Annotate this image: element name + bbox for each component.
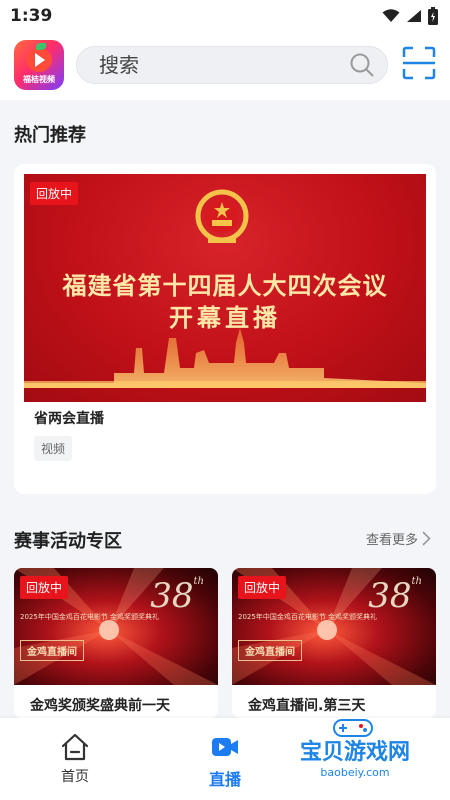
event-suffix: th <box>411 576 422 587</box>
status-bar: 1:39 <box>0 0 450 32</box>
logo-text: 福桔视频 <box>23 75 55 84</box>
hot-section-title: 热门推荐 <box>14 125 86 146</box>
signal-icon <box>407 10 421 22</box>
banner-line1: 福建省第十四届人大四次会议 <box>62 272 388 300</box>
wifi-icon <box>382 9 400 22</box>
event-38-number: 38th <box>150 576 204 616</box>
watermark-url: baobeiy.com <box>320 766 390 779</box>
nav-item-home[interactable]: 首页 <box>35 732 115 786</box>
event-name-box: 金鸡直播间 <box>238 640 302 661</box>
search-icon[interactable] <box>349 52 375 78</box>
home-icon <box>61 733 89 761</box>
replay-badge: 回放中 <box>238 576 287 599</box>
event-card[interactable]: 38th 2025年中国金鸡百花电影节 金鸡奖颁奖典礼 金鸡直播间 回放中 金鸡… <box>232 568 436 718</box>
hot-banner-image[interactable]: 福建省第十四届人大四次会议 开幕直播 回放中 <box>24 174 426 402</box>
event-title[interactable]: 金鸡奖颁奖盛典前一天 <box>30 695 170 715</box>
replay-badge: 回放中 <box>30 182 79 205</box>
tag-chip: 视频 <box>34 436 73 461</box>
replay-badge: 回放中 <box>20 576 69 599</box>
event-number: 38 <box>150 576 194 616</box>
app-logo[interactable]: 福桔视频 <box>14 40 64 90</box>
see-more-label: 查看更多 <box>366 533 419 548</box>
event-name-box: 金鸡直播间 <box>20 640 84 661</box>
nav-label-home: 首页 <box>61 769 89 785</box>
search-box[interactable] <box>76 46 388 84</box>
event-38-number: 38th <box>368 576 422 616</box>
watermark-text: 宝贝游戏网 <box>299 740 410 765</box>
skyline-graphic <box>24 328 426 388</box>
nav-item-live[interactable]: 直播 <box>185 732 265 790</box>
live-icon <box>212 738 238 756</box>
app-header: 福桔视频 <box>0 32 450 100</box>
see-more-link[interactable]: 查看更多 <box>366 529 431 548</box>
event-title[interactable]: 金鸡直播间.第三天 <box>248 695 365 715</box>
events-section-title: 赛事活动专区 <box>14 531 122 552</box>
watermark: 宝贝游戏网 baobeiy.com <box>280 719 430 786</box>
event-subtitle: 2025年中国金鸡百花电影节 金鸡奖颁奖典礼 <box>20 613 160 621</box>
hot-card[interactable]: 福建省第十四届人大四次会议 开幕直播 回放中 省两会直播 视频 <box>14 164 436 494</box>
event-thumbnail[interactable]: 38th 2025年中国金鸡百花电影节 金鸡奖颁奖典礼 金鸡直播间 回放中 <box>232 568 436 685</box>
chevron-right-icon <box>422 531 431 546</box>
scan-icon[interactable] <box>402 46 436 80</box>
search-input[interactable] <box>99 53 349 77</box>
nav-label-live: 直播 <box>208 770 241 789</box>
hot-item-title[interactable]: 省两会直播 <box>34 408 104 428</box>
status-icons <box>382 7 438 25</box>
event-number: 38 <box>368 576 412 616</box>
event-subtitle: 2025年中国金鸡百花电影节 金鸡奖颁奖典礼 <box>238 613 378 621</box>
emblem-icon <box>195 189 249 243</box>
status-time: 1:39 <box>10 6 53 26</box>
battery-icon <box>428 7 438 25</box>
leaf-icon <box>36 43 46 50</box>
event-card[interactable]: 38th 2025年中国金鸡百花电影节 金鸡奖颁奖典礼 金鸡直播间 回放中 金鸡… <box>14 568 218 718</box>
event-thumbnail[interactable]: 38th 2025年中国金鸡百花电影节 金鸡奖颁奖典礼 金鸡直播间 回放中 <box>14 568 218 685</box>
play-icon <box>35 53 45 67</box>
event-suffix: th <box>193 576 204 587</box>
